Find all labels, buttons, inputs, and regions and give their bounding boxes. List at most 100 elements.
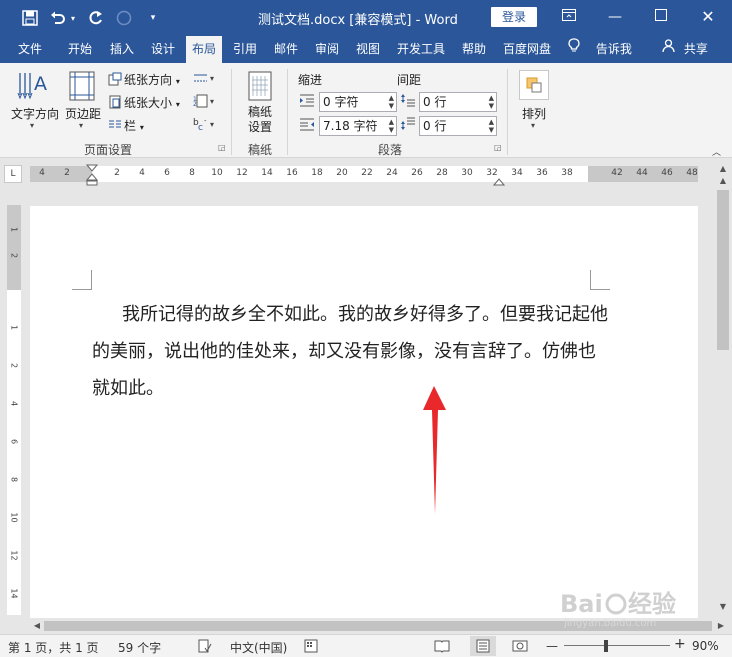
- vruler-tick-label: 1: [9, 226, 19, 233]
- undo-dropdown-icon[interactable]: ▾: [68, 8, 78, 28]
- ribbon-tabs: 文件 开始 插入 设计 布局 引用 邮件 审阅 视图 开发工具 帮助 百度网盘 …: [0, 36, 732, 63]
- word-count[interactable]: 59 个字: [118, 639, 161, 656]
- vertical-scrollbar[interactable]: ▲ ▲ ▼: [714, 160, 732, 618]
- print-layout-icon[interactable]: [470, 636, 496, 656]
- save-icon[interactable]: [20, 8, 40, 28]
- manuscript-group-label: 稿纸: [248, 143, 273, 157]
- zoom-out-icon[interactable]: —: [546, 639, 558, 653]
- scroll-right-icon[interactable]: ▶: [714, 619, 728, 633]
- proofing-icon[interactable]: [198, 639, 212, 656]
- tab-layout[interactable]: 布局: [186, 36, 222, 63]
- svg-text:-: -: [204, 117, 207, 125]
- tab-references[interactable]: 引用: [227, 36, 263, 63]
- arrange-button[interactable]: 排列 ▾: [515, 69, 553, 135]
- tab-file[interactable]: 文件: [10, 36, 50, 63]
- customize-qat-icon[interactable]: ▾: [146, 8, 160, 28]
- arrange-label: 排列: [521, 107, 546, 121]
- spin-arrows-icon[interactable]: ▲ ▼: [389, 118, 394, 134]
- size-button[interactable]: 纸张大小 ▾: [108, 94, 180, 112]
- zoom-slider[interactable]: [564, 645, 670, 646]
- spacing-before-input[interactable]: 0 行 ▲ ▼: [419, 92, 497, 112]
- scroll-up-icon[interactable]: ▲: [716, 174, 730, 188]
- ruler-tick-label: 4: [39, 168, 45, 178]
- ruler-tick-label: 38: [561, 168, 573, 178]
- web-layout-icon[interactable]: [512, 639, 528, 656]
- tab-mailings[interactable]: 邮件: [268, 36, 304, 63]
- ruler-tick-label: 26: [411, 168, 423, 178]
- page-setup-launcher-icon[interactable]: ◲: [218, 143, 228, 153]
- document-page[interactable]: 我所记得的故乡全不如此。我的故乡好得多了。但要我记起他的美丽，说出他的佳处来，却…: [30, 206, 698, 618]
- indent-right-input[interactable]: 7.18 字符 ▲ ▼: [319, 116, 397, 136]
- undo-icon[interactable]: [48, 8, 68, 28]
- tell-me-label: 告诉我: [595, 42, 632, 56]
- first-line-indent-marker[interactable]: [85, 164, 99, 189]
- login-button[interactable]: 登录: [491, 7, 537, 27]
- ruler-tick-label: 14: [261, 168, 273, 178]
- horizontal-scrollbar[interactable]: ◀ ▶: [0, 618, 732, 634]
- text-direction-icon: A: [16, 71, 52, 104]
- ruler-tick-label: 10: [211, 168, 223, 178]
- language-indicator[interactable]: 中文(中国): [230, 639, 287, 656]
- collapse-ribbon-icon[interactable]: ︿: [712, 145, 721, 158]
- ruler-tick-label: 24: [386, 168, 398, 178]
- close-icon[interactable]: ✕: [697, 6, 719, 28]
- margins-icon: [69, 71, 95, 104]
- spin-arrows-icon[interactable]: ▲ ▼: [389, 94, 394, 110]
- breaks-icon[interactable]: ▾: [193, 71, 217, 88]
- spacing-after-input[interactable]: 0 行 ▲ ▼: [419, 116, 497, 136]
- tab-view[interactable]: 视图: [350, 36, 386, 63]
- indent-left-input[interactable]: 0 字符 ▲ ▼: [319, 92, 397, 112]
- scroll-left-icon[interactable]: ◀: [30, 619, 44, 633]
- vertical-ruler[interactable]: 1 2 1 2 4 6 8 10 12 14: [7, 205, 21, 615]
- manuscript-settings-button[interactable]: 稿纸 设置: [240, 69, 280, 135]
- zoom-in-icon[interactable]: +: [674, 636, 686, 652]
- ruler-tick-label: 6: [164, 168, 170, 178]
- horizontal-scroll-thumb[interactable]: [44, 621, 712, 631]
- macro-record-icon[interactable]: [304, 639, 318, 656]
- vertical-scroll-thumb[interactable]: [717, 190, 729, 350]
- svg-text:2: 2: [193, 101, 197, 108]
- share-button[interactable]: 共享: [662, 36, 708, 63]
- vruler-tick-label: 10: [9, 512, 19, 523]
- zoom-level[interactable]: 90%: [692, 639, 719, 653]
- margins-button[interactable]: 页边距 ▾: [64, 69, 102, 135]
- tab-home[interactable]: 开始: [62, 36, 98, 63]
- orientation-icon: [108, 72, 124, 89]
- document-body-text[interactable]: 我所记得的故乡全不如此。我的故乡好得多了。但要我记起他的美丽，说出他的佳处来，却…: [92, 296, 612, 407]
- tab-developer[interactable]: 开发工具: [392, 36, 450, 63]
- tab-selector[interactable]: L: [4, 165, 22, 183]
- touch-mode-icon[interactable]: [114, 8, 134, 28]
- tab-help[interactable]: 帮助: [456, 36, 492, 63]
- spacing-after-icon: [400, 117, 416, 134]
- vruler-tick-label: 2: [9, 252, 19, 259]
- chevron-down-icon: ▾: [139, 123, 144, 132]
- spin-arrows-icon[interactable]: ▲ ▼: [489, 94, 494, 110]
- tell-me-search[interactable]: 告诉我: [568, 36, 632, 63]
- tab-review[interactable]: 审阅: [309, 36, 345, 63]
- tab-insert[interactable]: 插入: [104, 36, 140, 63]
- chevron-down-icon: ▾: [175, 100, 180, 109]
- indent-left-icon: [299, 93, 315, 110]
- line-numbers-icon[interactable]: 1 2 ▾: [193, 94, 217, 111]
- ribbon-display-icon[interactable]: [558, 6, 580, 28]
- columns-button[interactable]: 栏 ▾: [108, 117, 144, 135]
- maximize-icon[interactable]: [650, 6, 672, 28]
- page-count[interactable]: 第 1 页，共 1 页: [8, 639, 99, 656]
- right-indent-marker[interactable]: [492, 175, 506, 189]
- tab-design[interactable]: 设计: [145, 36, 181, 63]
- horizontal-ruler[interactable]: 4 2 2 4 6 8 10 12 14 16 18 20 22 24 26 28 30 32 34 36 38 42 44…: [30, 164, 698, 186]
- spacing-after-value: 0 行: [423, 119, 447, 133]
- read-mode-icon[interactable]: [434, 639, 450, 656]
- orientation-button[interactable]: 纸张方向 ▾: [108, 71, 180, 89]
- spin-arrows-icon[interactable]: ▲ ▼: [489, 118, 494, 134]
- text-direction-button[interactable]: A 文字方向 ▾: [8, 69, 62, 135]
- tab-baidu-netdisk[interactable]: 百度网盘: [498, 36, 556, 63]
- hyphenation-icon[interactable]: b c - ▾: [193, 117, 217, 134]
- redo-icon[interactable]: [86, 8, 106, 28]
- zoom-slider-thumb[interactable]: [604, 640, 608, 652]
- vruler-tick-label: 12: [9, 550, 19, 561]
- scroll-down-icon[interactable]: ▼: [716, 600, 730, 614]
- minimize-icon[interactable]: —: [604, 6, 626, 28]
- paragraph-launcher-icon[interactable]: ◲: [494, 143, 504, 153]
- ruler-tick-label: 28: [436, 168, 448, 178]
